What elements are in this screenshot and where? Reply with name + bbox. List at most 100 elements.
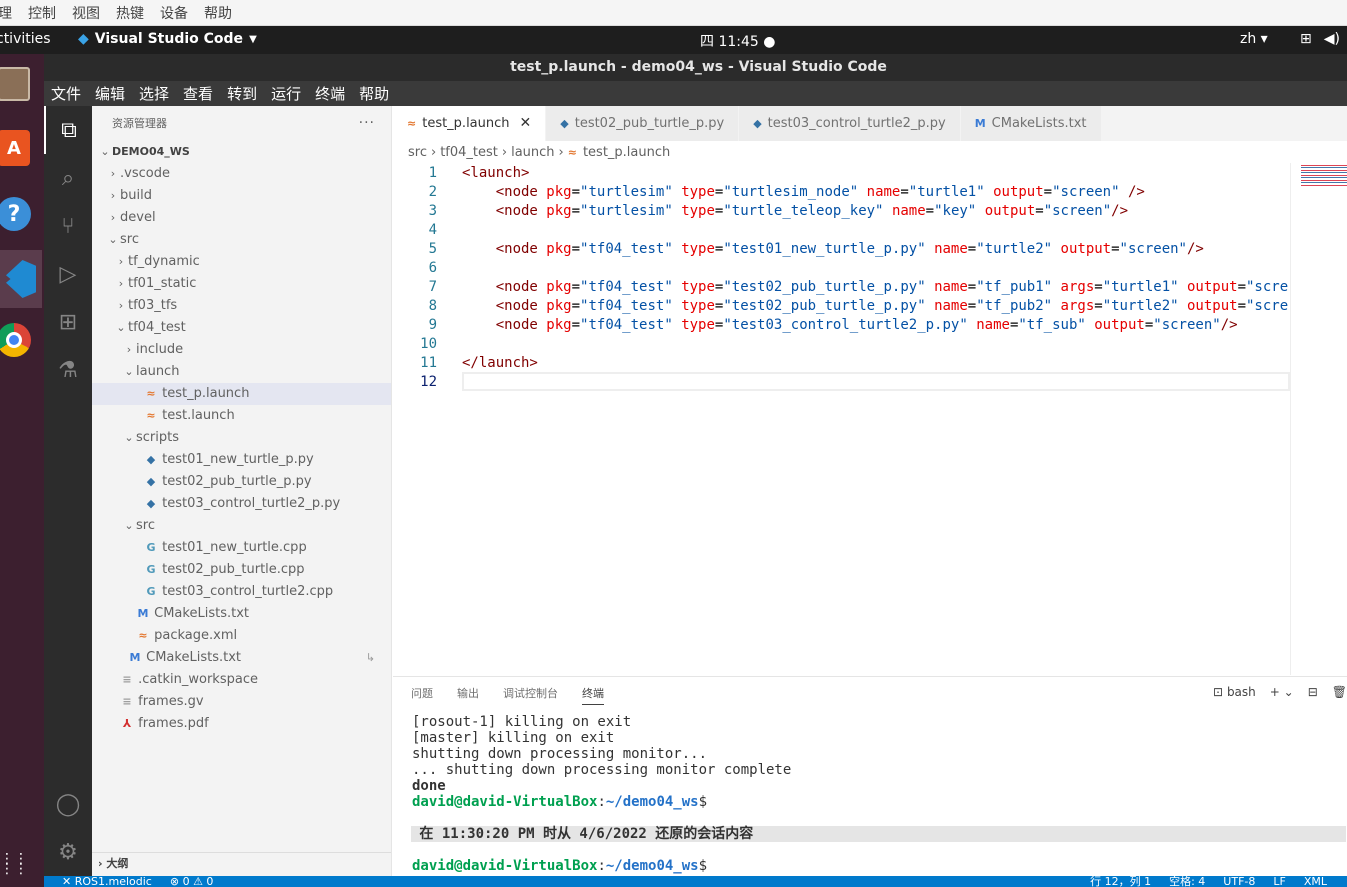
tree-file[interactable]: ◆ test03_control_turtle2_p.py bbox=[92, 493, 391, 515]
panel-tab[interactable]: 调试控制台 bbox=[503, 685, 558, 705]
tree-file[interactable]: ◆ test01_new_turtle_p.py bbox=[92, 449, 391, 471]
tree-folder[interactable]: ⌄ tf04_test bbox=[92, 317, 391, 339]
account-icon[interactable]: ◯ bbox=[44, 780, 92, 828]
tree-folder[interactable]: › .vscode bbox=[92, 163, 391, 185]
terminal-shell-select[interactable]: ⊡ bash bbox=[1213, 685, 1256, 699]
activities-button[interactable]: ctivities bbox=[0, 31, 51, 47]
chrome-icon[interactable] bbox=[0, 320, 34, 360]
tree-folder[interactable]: › tf03_tfs bbox=[92, 295, 391, 317]
code-editor[interactable]: 1 <launch> 2 <node pkg="turtlesim" type="t… bbox=[393, 163, 1290, 675]
tree-folder[interactable]: › tf01_static bbox=[92, 273, 391, 295]
breadcrumb-item[interactable]: src bbox=[408, 145, 427, 160]
status-item[interactable]: XML bbox=[1304, 876, 1327, 887]
code-token: args bbox=[1060, 298, 1095, 314]
menu-item[interactable]: 查看 bbox=[183, 83, 213, 104]
tree-file[interactable]: ≡ .catkin_workspace bbox=[92, 669, 391, 691]
panel-tab[interactable]: 问题 bbox=[411, 685, 433, 705]
help-icon[interactable]: ? bbox=[0, 194, 34, 234]
trash-icon[interactable]: 🗑 bbox=[1332, 685, 1347, 699]
run-debug-icon[interactable]: ▷ bbox=[44, 250, 92, 298]
code-token: = bbox=[1237, 279, 1246, 295]
vbox-menu-item[interactable]: 控制 bbox=[28, 3, 56, 23]
files-icon[interactable] bbox=[0, 64, 34, 104]
tree-file[interactable]: ≈ package.xml bbox=[92, 625, 391, 647]
tree-folder[interactable]: › include bbox=[92, 339, 391, 361]
editor-tab[interactable]: ◆ test02_pub_turtle_p.py bbox=[546, 106, 740, 141]
tree-folder[interactable]: › tf_dynamic bbox=[92, 251, 391, 273]
split-terminal-icon[interactable]: ⊟ bbox=[1308, 685, 1318, 699]
vbox-menu-item[interactable]: 理 bbox=[0, 3, 12, 23]
tree-file[interactable]: G test02_pub_turtle.cpp bbox=[92, 559, 391, 581]
vbox-menu-item[interactable]: 帮助 bbox=[204, 3, 232, 23]
software-center-icon[interactable]: A bbox=[0, 128, 34, 168]
tree-item-label: package.xml bbox=[154, 628, 238, 643]
status-item[interactable]: 行 12，列 1 bbox=[1090, 876, 1151, 887]
breadcrumb-item[interactable]: tf04_test bbox=[440, 145, 498, 160]
tree-file[interactable]: ◆ test02_pub_turtle_p.py bbox=[92, 471, 391, 493]
python-icon: ◆ bbox=[753, 117, 762, 130]
tree-file[interactable]: ≈ test.launch bbox=[92, 405, 391, 427]
status-item[interactable]: 空格: 4 bbox=[1169, 876, 1205, 887]
editor-tab[interactable]: ◆ test03_control_turtle2_p.py bbox=[739, 106, 961, 141]
tree-file[interactable]: ≡ frames.gv bbox=[92, 691, 391, 713]
tree-folder[interactable]: ⌄ src bbox=[92, 515, 391, 537]
extensions-icon[interactable]: ⊞ bbox=[44, 298, 92, 346]
menu-item[interactable]: 选择 bbox=[139, 83, 169, 104]
show-apps-icon[interactable]: ⋮⋮ ⋮⋮ bbox=[0, 844, 34, 884]
menu-item[interactable]: 帮助 bbox=[359, 83, 389, 104]
editor-tab[interactable]: M CMakeLists.txt bbox=[960, 106, 1102, 141]
menu-item[interactable]: 编辑 bbox=[95, 83, 125, 104]
breadcrumb-item[interactable]: launch bbox=[511, 145, 554, 160]
chevron-right-icon: › bbox=[558, 145, 564, 160]
menu-item[interactable]: 转到 bbox=[227, 83, 257, 104]
tree-folder[interactable]: ⌄ launch bbox=[92, 361, 391, 383]
testing-icon[interactable]: ⚗ bbox=[44, 346, 92, 394]
editor-tab[interactable]: ≈ test_p.launch ✕ bbox=[393, 106, 547, 141]
more-actions-icon[interactable]: ··· bbox=[359, 106, 375, 141]
vscode-dock-icon[interactable] bbox=[0, 250, 42, 308]
status-item[interactable]: ⊗ 0 ⚠ 0 bbox=[170, 876, 214, 887]
system-tray[interactable]: ⊞ ◀) bbox=[1300, 31, 1340, 47]
tree-folder[interactable]: › build bbox=[92, 185, 391, 207]
menu-item[interactable]: 运行 bbox=[271, 83, 301, 104]
vbox-menu-item[interactable]: 热键 bbox=[116, 3, 144, 23]
tree-folder[interactable]: ⌄ DEMO04_WS bbox=[92, 141, 391, 163]
panel-tab[interactable]: 输出 bbox=[457, 685, 479, 705]
code-token: = bbox=[900, 184, 909, 200]
minimap[interactable] bbox=[1290, 163, 1347, 675]
search-icon[interactable]: ⌕ bbox=[44, 154, 92, 202]
tree-folder[interactable]: ⌄ scripts bbox=[92, 427, 391, 449]
menu-item[interactable]: 文件 bbox=[51, 83, 81, 104]
tree-file[interactable]: G test01_new_turtle.cpp bbox=[92, 537, 391, 559]
settings-gear-icon[interactable]: ⚙ bbox=[44, 828, 92, 876]
panel-tab[interactable]: 终端 bbox=[582, 685, 604, 705]
menu-item[interactable]: 终端 bbox=[315, 83, 345, 104]
tree-file[interactable]: M CMakeLists.txt bbox=[92, 603, 391, 625]
clock[interactable]: 四 11:45 ● bbox=[700, 31, 775, 51]
tree-file[interactable]: ⅄ frames.pdf bbox=[92, 713, 391, 735]
vbox-menu-item[interactable]: 设备 bbox=[160, 3, 188, 23]
input-method[interactable]: zh ▾ bbox=[1240, 31, 1268, 47]
breadcrumb-item[interactable]: test_p.launch bbox=[583, 145, 670, 160]
vbox-menu-item[interactable]: 视图 bbox=[72, 3, 100, 23]
network-icon: ⊞ bbox=[1300, 31, 1312, 47]
close-icon[interactable]: ✕ bbox=[520, 106, 532, 141]
explorer-icon[interactable]: ⧉ bbox=[44, 106, 92, 154]
status-item[interactable]: LF bbox=[1273, 876, 1285, 887]
tree-folder[interactable]: ⌄ src bbox=[92, 229, 391, 251]
terminal-output[interactable]: [rosout-1] killing on exit [master] killi… bbox=[411, 714, 1346, 874]
tree-file[interactable]: M CMakeLists.txt ↳ bbox=[92, 647, 391, 669]
terminal-line: ... shutting down processing monitor com… bbox=[412, 762, 792, 778]
tree-file[interactable]: G test03_control_turtle2.cpp bbox=[92, 581, 391, 603]
outline-section[interactable]: › 大纲 bbox=[92, 852, 391, 876]
status-item[interactable]: ✕ ROS1.melodic bbox=[62, 876, 152, 887]
vscode-icon: ◆ bbox=[78, 31, 89, 47]
new-terminal-icon[interactable]: + ⌄ bbox=[1270, 685, 1294, 699]
source-control-icon[interactable]: ⑂ bbox=[44, 202, 92, 250]
tree-folder[interactable]: › devel bbox=[92, 207, 391, 229]
app-menu[interactable]: ◆ Visual Studio Code ▼ bbox=[78, 31, 257, 47]
status-item[interactable]: UTF-8 bbox=[1223, 876, 1255, 887]
tree-file[interactable]: ≈ test_p.launch bbox=[92, 383, 391, 405]
